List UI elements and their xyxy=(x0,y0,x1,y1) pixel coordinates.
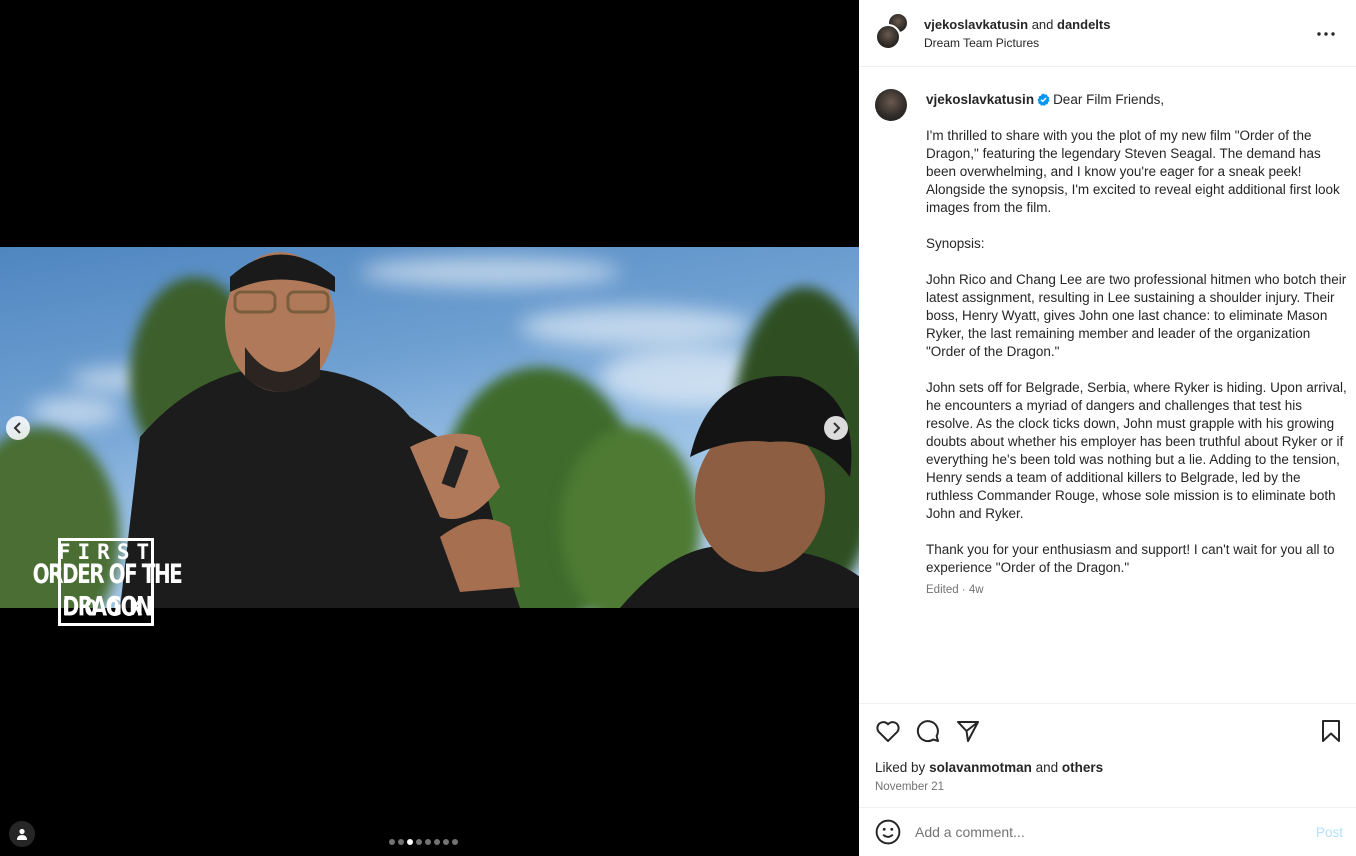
more-options-button[interactable] xyxy=(1314,22,1338,46)
post-date[interactable]: November 21 xyxy=(875,781,944,793)
heart-icon xyxy=(875,720,900,742)
comment-input[interactable] xyxy=(915,824,1295,840)
liked-by-others[interactable]: others xyxy=(1062,760,1103,775)
slide-dot xyxy=(389,839,395,845)
logo-look: LOOK xyxy=(61,596,153,620)
slide-dot xyxy=(398,839,404,845)
share-button[interactable] xyxy=(955,718,980,743)
actor-figure-right xyxy=(620,376,859,608)
slide-dot xyxy=(416,839,422,845)
avatar[interactable] xyxy=(875,89,907,121)
action-bar: Liked by solavanmotman and others Novemb… xyxy=(859,703,1356,807)
user-icon xyxy=(17,828,27,840)
author-username[interactable]: vjekoslavkatusin xyxy=(924,17,1028,32)
slide-dot xyxy=(434,839,440,845)
emoji-icon[interactable] xyxy=(875,819,901,845)
chevron-left-icon xyxy=(13,422,21,434)
avatar xyxy=(875,24,901,50)
tagged-users-button[interactable] xyxy=(9,821,35,847)
slide-dot xyxy=(425,839,431,845)
post-location[interactable]: Dream Team Pictures xyxy=(924,36,1110,50)
header-conj: and xyxy=(1031,17,1054,32)
save-button[interactable] xyxy=(1318,718,1343,743)
comment-icon xyxy=(916,719,939,742)
media-pane: FIRST ORDER OF THE DRAGON LOOK xyxy=(0,0,859,856)
like-button[interactable] xyxy=(875,718,900,743)
likes-summary: Liked by solavanmotman and others xyxy=(875,760,1104,775)
bookmark-icon xyxy=(1321,719,1340,742)
caption-text: I'm thrilled to share with you the plot … xyxy=(926,128,1347,575)
send-icon xyxy=(956,720,979,742)
slide-indicator xyxy=(389,839,458,845)
slide-dot xyxy=(407,839,413,845)
slide-dot xyxy=(443,839,449,845)
previous-slide-button[interactable] xyxy=(6,416,30,440)
film-logo: FIRST ORDER OF THE DRAGON LOOK xyxy=(24,538,194,628)
caption-username[interactable]: vjekoslavkatusin xyxy=(926,92,1034,107)
post-modal: FIRST ORDER OF THE DRAGON LOOK vjekoslav… xyxy=(0,0,1356,856)
caption-meta: Edited · 4w xyxy=(926,584,984,596)
more-horizontal-icon xyxy=(1317,32,1335,36)
post-header: vjekoslavkatusin and dandelts Dream Team… xyxy=(859,0,1356,67)
next-slide-button[interactable] xyxy=(824,416,848,440)
post-comment-button[interactable]: Post xyxy=(1316,825,1343,840)
liked-by-user[interactable]: solavanmotman xyxy=(929,760,1032,775)
comment-button[interactable] xyxy=(915,718,940,743)
caption-greeting: Dear Film Friends, xyxy=(1053,92,1165,107)
collaborator-username[interactable]: dandelts xyxy=(1057,17,1110,32)
collab-avatars[interactable] xyxy=(875,12,909,50)
chevron-right-icon xyxy=(833,422,841,434)
slide-dot xyxy=(452,839,458,845)
comment-bar: Post xyxy=(859,807,1356,856)
post-details-pane: vjekoslavkatusin and dandelts Dream Team… xyxy=(859,0,1356,856)
verified-badge-icon xyxy=(1037,93,1050,106)
